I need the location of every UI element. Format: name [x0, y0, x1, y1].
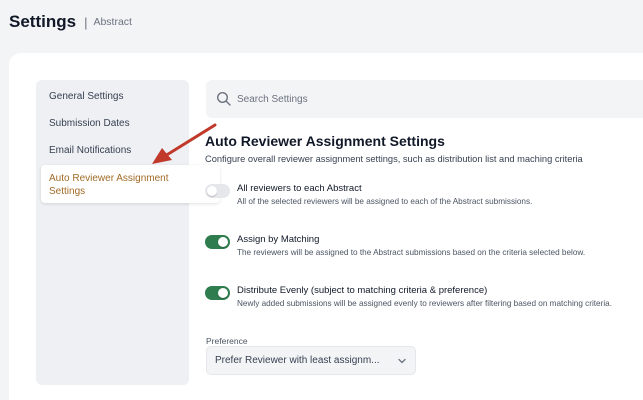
sidebar-item-email-notifications[interactable]: Email Notifications	[49, 145, 131, 156]
breadcrumb-separator: |	[84, 14, 88, 30]
sidebar-item-submission-dates[interactable]: Submission Dates	[49, 118, 130, 129]
toggle-knob	[207, 186, 217, 196]
option-description: All of the selected reviewers will be as…	[237, 197, 533, 206]
assign-by-matching-toggle[interactable]	[205, 235, 230, 249]
section-title: Auto Reviewer Assignment Settings	[205, 133, 445, 149]
preference-select[interactable]: Prefer Reviewer with least assignm...	[206, 346, 416, 375]
search-bar[interactable]	[206, 80, 643, 118]
search-icon	[216, 91, 231, 106]
toggle-knob	[218, 288, 228, 298]
breadcrumb[interactable]: Abstract	[93, 16, 132, 28]
option-title: Assign by Matching	[237, 234, 320, 245]
preference-label: Preference	[206, 336, 248, 346]
chevron-down-icon	[398, 358, 406, 364]
option-title: Distribute Evenly (subject to matching c…	[237, 285, 488, 296]
search-input[interactable]	[237, 89, 617, 109]
all-reviewers-toggle[interactable]	[205, 184, 230, 198]
settings-sidebar: General Settings Submission Dates Email …	[36, 80, 220, 385]
sidebar-item-general-settings[interactable]: General Settings	[49, 91, 124, 102]
preference-selected-value: Prefer Reviewer with least assignm...	[215, 355, 380, 366]
distribute-evenly-toggle[interactable]	[205, 286, 230, 300]
toggle-knob	[218, 237, 228, 247]
page-title: Settings	[9, 12, 77, 31]
section-description: Configure overall reviewer assignment se…	[205, 154, 583, 164]
page-header: Settings | Abstract	[9, 12, 132, 32]
option-title: All reviewers to each Abstract	[237, 183, 362, 194]
sidebar-item-label: Auto Reviewer Assignment Settings	[49, 173, 169, 197]
option-description: Newly added submissions will be assigned…	[237, 299, 612, 308]
option-description: The reviewers will be assigned to the Ab…	[237, 248, 586, 257]
sidebar-item-auto-reviewer-assignment[interactable]: Auto Reviewer Assignment Settings	[41, 165, 220, 203]
